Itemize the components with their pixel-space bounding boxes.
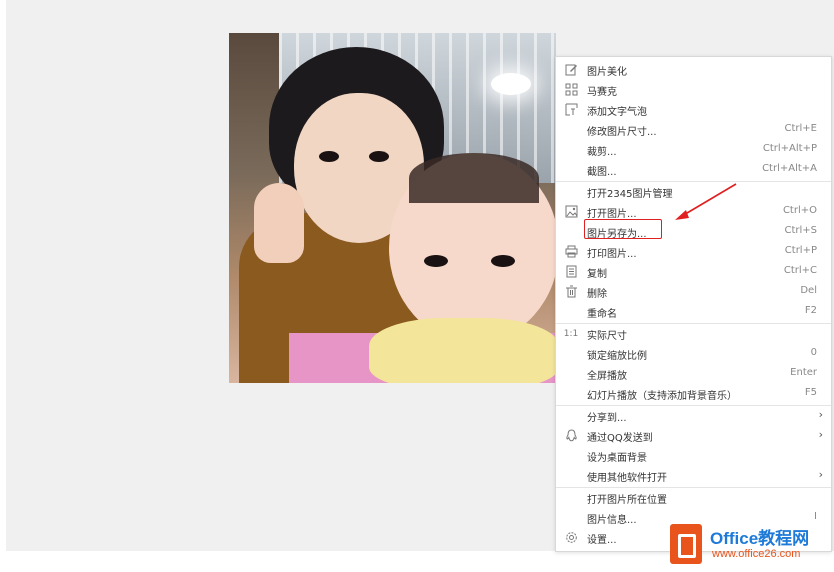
menu-item-resize[interactable]: 修改图片尺寸... Ctrl+E [556, 120, 831, 140]
photo-image[interactable] [229, 33, 556, 383]
office-logo-icon [670, 524, 702, 564]
context-menu: 图片美化 马赛克 添加文字气泡 修改图片尺寸... Ctrl+E 裁剪... C… [555, 56, 832, 552]
menu-item-copy[interactable]: 复制 Ctrl+C [556, 262, 831, 282]
menu-item-set-wallpaper[interactable]: 设为桌面背景 [556, 446, 831, 466]
menu-item-share[interactable]: 分享到... › [556, 406, 831, 426]
text-bubble-icon [564, 103, 578, 117]
printer-icon [564, 245, 578, 259]
watermark-url: www.office26.com [712, 548, 801, 560]
menu-item-mosaic[interactable]: 马赛克 [556, 80, 831, 100]
menu-item-delete[interactable]: 删除 Del [556, 282, 831, 302]
menu-item-lock-zoom[interactable]: 锁定缩放比例 0 [556, 344, 831, 364]
menu-item-text-bubble[interactable]: 添加文字气泡 [556, 100, 831, 120]
image-icon [564, 205, 578, 219]
trash-icon [564, 285, 578, 299]
menu-item-send-qq[interactable]: 通过QQ发送到 › [556, 426, 831, 446]
menu-item-open-with[interactable]: 使用其他软件打开 › [556, 466, 831, 486]
watermark-title: Office教程网 [710, 529, 810, 548]
menu-item-crop[interactable]: 裁剪... Ctrl+Alt+P [556, 140, 831, 160]
gear-icon [564, 531, 578, 545]
edit-icon [564, 63, 578, 77]
menu-item-print[interactable]: 打印图片... Ctrl+P [556, 242, 831, 262]
menu-item-slideshow[interactable]: 幻灯片播放（支持添加背景音乐） F5 [556, 384, 831, 404]
menu-item-screenshot[interactable]: 截图... Ctrl+Alt+A [556, 160, 831, 180]
menu-item-beautify[interactable]: 图片美化 [556, 60, 831, 80]
menu-item-fullscreen[interactable]: 全屏播放 Enter [556, 364, 831, 384]
chevron-right-icon: › [818, 428, 823, 441]
mosaic-icon [564, 83, 578, 97]
copy-icon [564, 265, 578, 279]
chevron-right-icon: › [818, 468, 823, 481]
menu-item-actual-size[interactable]: 1:1 实际尺寸 [556, 324, 831, 344]
save-as-highlight-box [584, 219, 662, 239]
menu-item-open-2345-manager[interactable]: 打开2345图片管理 [556, 182, 831, 202]
watermark: Office教程网 www.office26.com [666, 520, 834, 572]
menu-item-rename[interactable]: 重命名 F2 [556, 302, 831, 322]
qq-icon [564, 429, 578, 443]
actual-size-icon: 1:1 [563, 329, 579, 339]
menu-item-open-location[interactable]: 打开图片所在位置 [556, 488, 831, 508]
chevron-right-icon: › [818, 408, 823, 421]
